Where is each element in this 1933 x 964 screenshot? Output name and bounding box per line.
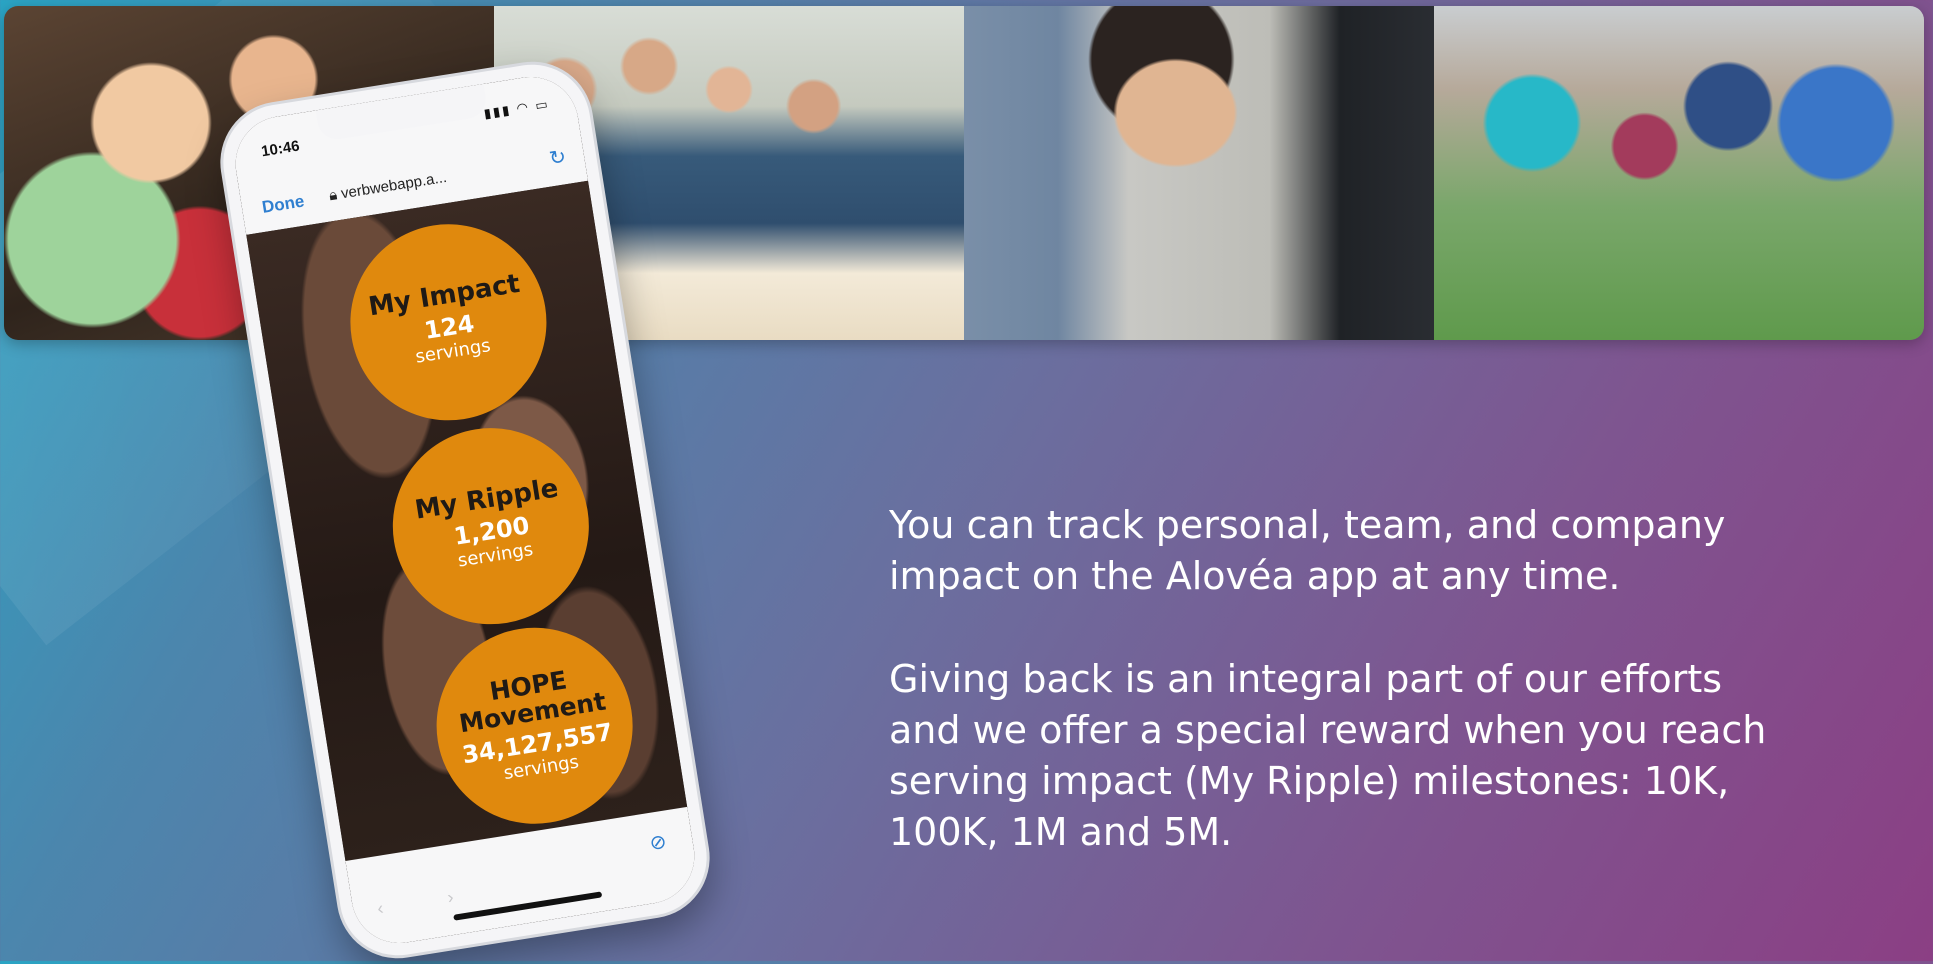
my-ripple-circle[interactable]: My Ripple 1,200 servings bbox=[378, 414, 603, 639]
paragraph-giving-back: Giving back is an integral part of our e… bbox=[889, 657, 1767, 854]
status-icons: ▮▮▮ ◠ ▭ bbox=[482, 95, 551, 122]
compass-icon[interactable]: ⊘ bbox=[648, 829, 668, 856]
paragraph-track-impact: You can track personal, team, and compan… bbox=[889, 503, 1726, 598]
description-text: You can track personal, team, and compan… bbox=[889, 500, 1789, 910]
url-text: verbwebapp.a... bbox=[339, 168, 448, 203]
lock-icon: 🔒︎ bbox=[327, 186, 339, 205]
done-button[interactable]: Done bbox=[261, 191, 306, 217]
my-impact-circle[interactable]: My Impact 124 servings bbox=[336, 210, 561, 435]
url-bar[interactable]: 🔒︎ verbwebapp.a... bbox=[328, 169, 448, 204]
refresh-icon[interactable]: ↻ bbox=[547, 144, 568, 171]
girl-holding-meal-pack-photo bbox=[964, 6, 1434, 340]
status-time: 10:46 bbox=[260, 137, 301, 161]
hope-movement-circle[interactable]: HOPE Movement 34,127,557 servings bbox=[422, 613, 647, 838]
volunteers-with-girls-photo bbox=[1434, 6, 1924, 340]
